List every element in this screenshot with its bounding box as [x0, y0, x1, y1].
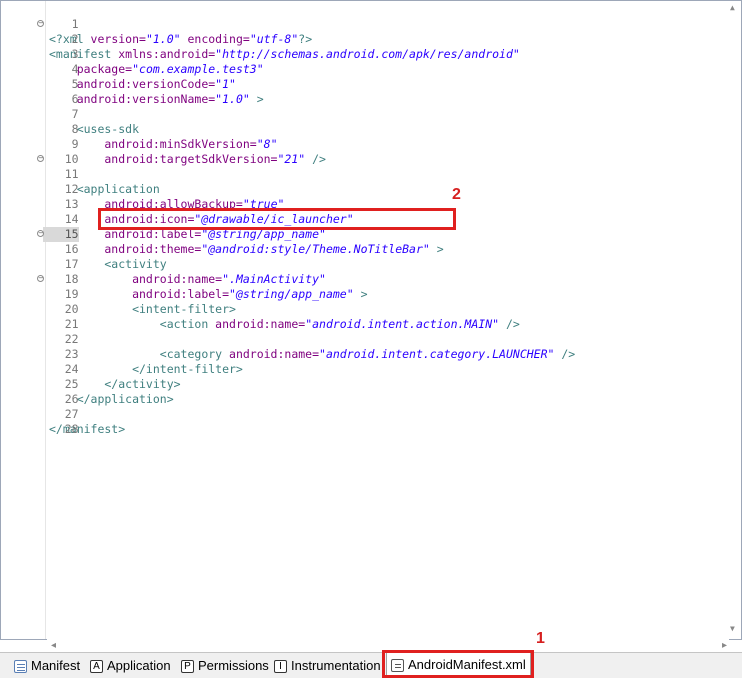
code-line: 25 </application> [1, 362, 701, 406]
code-line: 7 <uses-sdk [1, 92, 701, 136]
code-line: 21 [1, 302, 701, 331]
editor-tab-bar: Manifest A Application P Permissions I Inst… [0, 652, 742, 678]
vertical-scrollbar[interactable]: ▲ ▼ [727, 1, 741, 639]
annotation-label-2: 2 [452, 186, 461, 203]
code-line: 28 [1, 407, 701, 436]
scroll-up-icon[interactable]: ▲ [730, 3, 735, 12]
a-icon: A [90, 660, 103, 674]
p-icon: P [181, 660, 194, 674]
code-line: 22 <category android:name="android.inten… [1, 317, 701, 361]
code-line: 23 </intent-filter> [1, 332, 701, 376]
code-line: 12 android:allowBackup="true" [1, 167, 701, 211]
tab-label: Permissions [198, 658, 269, 673]
tab-permissions[interactable]: P Permissions [181, 656, 269, 676]
i-icon: I [274, 660, 287, 674]
scroll-right-icon[interactable]: ▸ [722, 640, 727, 651]
code-line: 11− <application [1, 152, 701, 196]
highlight-box-xml-tab [382, 650, 534, 678]
tab-label: Application [107, 658, 171, 673]
code-line: 10 [1, 137, 701, 166]
code-line: 17 android:name=".MainActivity" [1, 242, 701, 286]
code-line: 9 android:targetSdkVersion="21" /> [1, 122, 701, 166]
fold-collapse-icon[interactable]: − [37, 275, 44, 282]
scroll-left-icon[interactable]: ◂ [51, 640, 56, 651]
grid-icon [14, 660, 27, 674]
code-line: 6 [1, 77, 701, 106]
tab-application[interactable]: A Application [90, 656, 171, 676]
code-line: 13 android:icon="@drawable/ic_launcher" [1, 182, 701, 226]
fold-collapse-icon[interactable]: − [37, 20, 44, 27]
code-line: 4 android:versionCode="1" [1, 47, 701, 91]
code-line: 3 package="com.example.test3" [1, 32, 701, 76]
highlight-box-theme-line [98, 208, 456, 230]
tab-instrumentation[interactable]: I Instrumentation [274, 656, 381, 676]
code-line: 18 android:label="@string/app_name" > [1, 257, 701, 301]
annotation-label-1: 1 [536, 630, 545, 647]
tab-label: Instrumentation [291, 658, 381, 673]
code-line: 20 <action android:name="android.intent.… [1, 287, 701, 331]
code-line: 2− <manifest xmlns:android="http://schem… [1, 17, 701, 61]
xml-editor[interactable]: 1 <?xml version="1.0" encoding="utf-8"?>… [0, 0, 742, 653]
scroll-down-icon[interactable]: ▼ [730, 624, 735, 633]
code-line: 19− <intent-filter> [1, 272, 701, 316]
code-line: 27 </manifest> [1, 392, 701, 436]
tab-manifest[interactable]: Manifest [14, 656, 80, 676]
fold-collapse-icon[interactable]: − [37, 230, 44, 237]
code-line: 8 android:minSdkVersion="8" [1, 107, 701, 151]
code-line: 5 android:versionName="1.0" > [1, 62, 701, 106]
line-number: 28 [64, 422, 79, 436]
code-line: 26 [1, 377, 701, 406]
code-line: 1 <?xml version="1.0" encoding="utf-8"?> [1, 2, 701, 46]
tab-label: Manifest [31, 658, 81, 673]
fold-collapse-icon[interactable]: − [37, 155, 44, 162]
code-line: 24 </activity> [1, 347, 701, 391]
